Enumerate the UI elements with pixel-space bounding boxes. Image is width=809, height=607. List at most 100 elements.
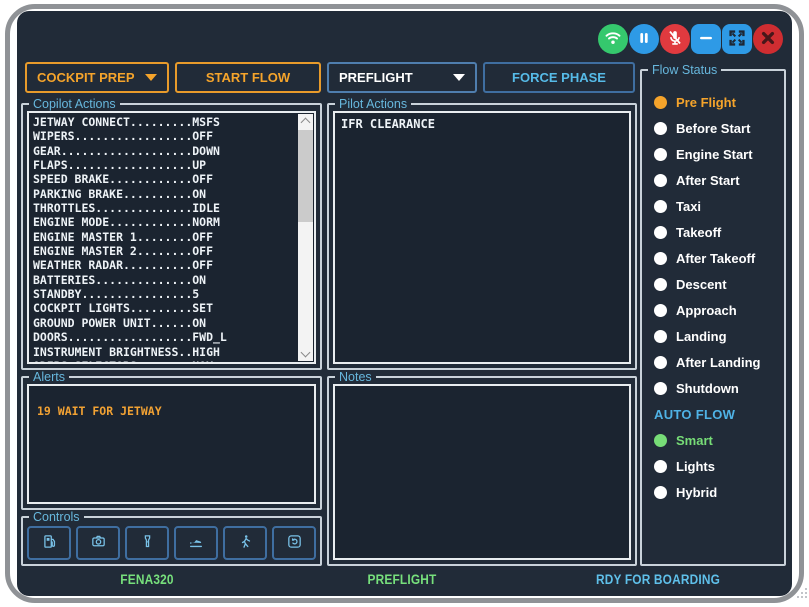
pilot-actions-list[interactable]: IFR CLEARANCE xyxy=(333,111,631,364)
radio-dot-icon xyxy=(654,96,667,109)
radio-dot-icon xyxy=(654,460,667,473)
copilot-actions-label: Copilot Actions xyxy=(29,97,120,111)
phase-dropdown[interactable]: PREFLIGHT xyxy=(327,62,477,93)
alerts-label: Alerts xyxy=(29,370,69,384)
phase-radio-after-start[interactable]: After Start xyxy=(642,167,784,193)
notes-group: Notes xyxy=(327,370,637,566)
maximize-button[interactable] xyxy=(722,24,752,54)
radio-dot-icon xyxy=(654,174,667,187)
list-item: THROTTLES..............IDLE xyxy=(29,201,314,215)
phase-radio-after-landing[interactable]: After Landing xyxy=(642,349,784,375)
radio-dot-icon xyxy=(654,486,667,499)
fuel-button[interactable] xyxy=(27,526,71,560)
chevron-down-icon xyxy=(145,74,157,81)
phase-radio-takeoff[interactable]: Takeoff xyxy=(642,219,784,245)
pause-button[interactable] xyxy=(629,24,659,54)
list-item: GROUND POWER UNIT......ON xyxy=(29,316,314,330)
fuel-pump-icon xyxy=(41,533,58,553)
pilot-actions-label: Pilot Actions xyxy=(335,97,411,111)
camera-button[interactable] xyxy=(76,526,120,560)
radio-dot-icon xyxy=(654,122,667,135)
list-item: DOORS..................FWD_L xyxy=(29,330,314,344)
close-icon xyxy=(757,27,779,52)
pause-icon xyxy=(633,27,655,52)
alerts-list[interactable]: 19 WAIT FOR JETWAY xyxy=(27,384,316,504)
phase-radio-approach[interactable]: Approach xyxy=(642,297,784,323)
app-window: COCKPIT PREP START FLOW PREFLIGHT FORCE … xyxy=(17,11,792,596)
phase-radio-after-takeoff[interactable]: After Takeoff xyxy=(642,245,784,271)
list-item: COCKPIT LIGHTS.........SET xyxy=(29,301,314,315)
expand-icon xyxy=(726,27,748,52)
notes-label: Notes xyxy=(335,370,376,384)
list-item: JETWAY CONNECT.........MSFS xyxy=(29,115,314,129)
alert-item: 19 WAIT FOR JETWAY xyxy=(29,386,314,418)
flow-dropdown[interactable]: COCKPIT PREP xyxy=(25,62,169,93)
phase-radio-before-start[interactable]: Before Start xyxy=(642,115,784,141)
radio-dot-icon xyxy=(654,252,667,265)
scrollbar-up-arrow-icon[interactable] xyxy=(298,114,313,129)
list-item: WIPERS.................OFF xyxy=(29,129,314,143)
force-phase-button[interactable]: FORCE PHASE xyxy=(483,62,635,93)
phase-radio-descent[interactable]: Descent xyxy=(642,271,784,297)
minus-icon xyxy=(695,27,717,52)
flashlight-button[interactable] xyxy=(125,526,169,560)
minimize-button[interactable] xyxy=(691,24,721,54)
flow-dropdown-value: COCKPIT PREP xyxy=(37,70,135,85)
radio-dot-icon xyxy=(654,330,667,343)
flow-status-body: Pre Flight Before Start Engine Start Aft… xyxy=(642,77,784,505)
phase-radio-engine-start[interactable]: Engine Start xyxy=(642,141,784,167)
list-item: ENGINE MODE............NORM xyxy=(29,215,314,229)
scrollbar-thumb[interactable] xyxy=(298,130,313,222)
voice-connection-button[interactable] xyxy=(598,24,628,54)
close-button[interactable] xyxy=(753,24,783,54)
sync-square-icon xyxy=(286,533,303,553)
phase-radio-landing[interactable]: Landing xyxy=(642,323,784,349)
radio-dot-icon xyxy=(654,200,667,213)
phase-radio-shutdown[interactable]: Shutdown xyxy=(642,375,784,401)
list-item: STANDBY................5 xyxy=(29,287,314,301)
alerts-group: Alerts 19 WAIT FOR JETWAY xyxy=(21,370,322,510)
controls-button-row xyxy=(27,526,316,560)
resize-grip[interactable] xyxy=(795,586,808,604)
list-item: WEATHER RADAR..........OFF xyxy=(29,258,314,272)
list-item: FLAPS..................UP xyxy=(29,158,314,172)
titlebar-button-cluster xyxy=(598,24,783,54)
radio-dot-icon xyxy=(654,226,667,239)
list-item: GEAR...................DOWN xyxy=(29,144,314,158)
copilot-actions-list[interactable]: JETWAY CONNECT.........MSFS WIPERS......… xyxy=(27,111,316,364)
walkaround-button[interactable] xyxy=(223,526,267,560)
controls-group: Controls xyxy=(21,510,322,566)
start-flow-button[interactable]: START FLOW xyxy=(175,62,321,93)
pilot-actions-group: Pilot Actions IFR CLEARANCE xyxy=(327,97,637,370)
radio-dot-icon xyxy=(654,356,667,369)
list-item: INSTRUMENT BRIGHTNESS..HIGH xyxy=(29,345,314,359)
pushback-button[interactable] xyxy=(174,526,218,560)
list-item: BATTERIES..............ON xyxy=(29,273,314,287)
microphone-mute-button[interactable] xyxy=(660,24,690,54)
scrollbar-down-arrow-icon[interactable] xyxy=(298,346,313,361)
radio-dot-icon xyxy=(654,278,667,291)
flashlight-icon xyxy=(139,533,156,553)
sync-button[interactable] xyxy=(272,526,316,560)
radio-dot-icon xyxy=(654,148,667,161)
radio-dot-icon xyxy=(654,382,667,395)
mode-radio-smart[interactable]: Smart xyxy=(642,427,784,453)
notes-list[interactable] xyxy=(333,384,631,560)
mode-radio-lights[interactable]: Lights xyxy=(642,453,784,479)
list-item: IFR CLEARANCE xyxy=(335,113,629,131)
chevron-down-icon xyxy=(453,74,465,81)
statusbar-aircraft: FENA320 xyxy=(120,572,173,587)
phase-radio-pre-flight[interactable]: Pre Flight xyxy=(642,89,784,115)
list-item: SPEED BRAKE............OFF xyxy=(29,172,314,186)
mode-radio-hybrid[interactable]: Hybrid xyxy=(642,479,784,505)
list-item: PARKING BRAKE..........ON xyxy=(29,187,314,201)
statusbar-message: RDY FOR BOARDING xyxy=(596,572,720,587)
phase-dropdown-value: PREFLIGHT xyxy=(339,70,413,85)
statusbar-phase: PREFLIGHT xyxy=(368,572,437,587)
pushback-plane-icon xyxy=(187,533,205,554)
walking-person-icon xyxy=(237,533,254,553)
camera-icon xyxy=(90,533,107,553)
phase-radio-taxi[interactable]: Taxi xyxy=(642,193,784,219)
list-item: ENGINE MASTER 1........OFF xyxy=(29,230,314,244)
scrollbar[interactable] xyxy=(298,114,313,361)
